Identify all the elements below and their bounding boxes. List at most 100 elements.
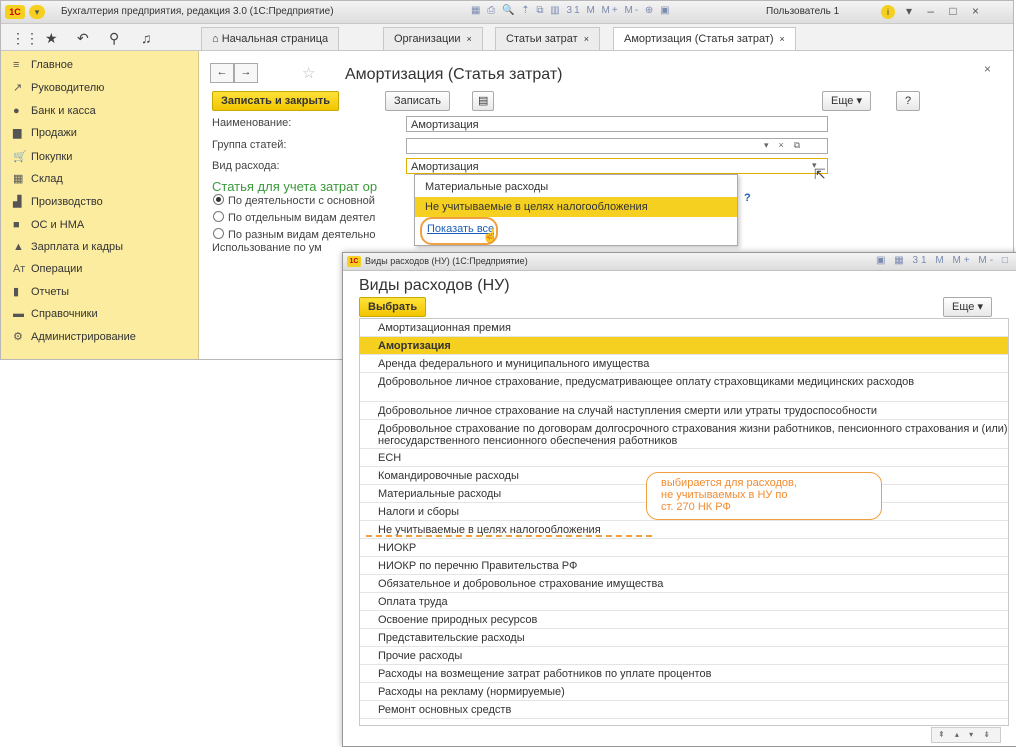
popup-window-title: Виды расходов (НУ) (1С:Предприятие) xyxy=(365,256,528,266)
title-bar: 1С ▾ Бухгалтерия предприятия, редакция 3… xyxy=(1,1,1013,24)
sidebar-item-label: Склад xyxy=(31,173,63,185)
radio-off-icon xyxy=(213,211,224,222)
sidebar-item-production[interactable]: ▟ Производство xyxy=(13,192,103,212)
main-menu-button[interactable]: ▾ xyxy=(29,5,45,19)
sidebar-item-label: Покупки xyxy=(31,151,73,163)
sidebar-item-references[interactable]: ▬ Справочники xyxy=(13,304,98,324)
list-item[interactable]: Добровольное личное страхование, предусм… xyxy=(360,373,1008,402)
coin-icon: ● xyxy=(13,105,20,117)
list-item[interactable]: Обязательное и добровольное страхование … xyxy=(360,575,1008,593)
cart-icon: 🛒 xyxy=(13,151,27,163)
window-title: Бухгалтерия предприятия, редакция 3.0 (1… xyxy=(61,6,334,17)
dropdown-item[interactable]: Материальные расходы xyxy=(415,177,737,197)
popup-window-controls[interactable]: ▣ ▦ 31 M M+ M- □ × xyxy=(876,255,1016,266)
tab-label: Организации xyxy=(394,33,461,45)
list-item[interactable]: Прочие расходы xyxy=(360,647,1008,665)
bar-chart-icon: ▮ xyxy=(13,286,20,298)
list-item[interactable]: Добровольное личное страхование на случа… xyxy=(360,402,1008,420)
popup-title: Виды расходов (НУ) xyxy=(359,277,510,294)
sidebar-item-assets[interactable]: ■ ОС и НМА xyxy=(13,215,84,235)
radio-separate-activities[interactable]: По отдельным видам деятел xyxy=(213,211,375,224)
list-item[interactable]: Добровольное страхование по договорам до… xyxy=(360,420,1008,449)
back-button[interactable]: ← xyxy=(210,63,234,83)
radio-main-activity[interactable]: По деятельности с основной xyxy=(213,194,375,207)
callout-line: не учитываемых в НУ по xyxy=(661,489,788,501)
list-item[interactable]: НИОКР по перечню Правительства РФ xyxy=(360,557,1008,575)
favorites-star-icon[interactable]: ★ xyxy=(45,30,58,47)
tabs-bar: ⋮⋮ ★ ↶ ⚲ ♫ ⌂ Начальная страница Организа… xyxy=(1,24,1013,51)
list-item[interactable]: ЕСН xyxy=(360,449,1008,467)
list-item[interactable]: Расходы на возмещение затрат работников … xyxy=(360,665,1008,683)
list-item[interactable]: Амортизационная премия xyxy=(360,319,1008,337)
tab-close-icon[interactable]: × xyxy=(780,34,785,44)
sidebar-item-admin[interactable]: ⚙ Администрирование xyxy=(13,327,136,347)
sidebar-item-label: Отчеты xyxy=(31,286,70,298)
radio-different-activities[interactable]: По разным видам деятельно xyxy=(213,228,375,241)
list-item-selected[interactable]: Амортизация xyxy=(360,337,1008,355)
window-controls[interactable]: ▾ – □ × xyxy=(906,4,985,18)
tab-organizations[interactable]: Организации × xyxy=(383,27,483,50)
sidebar-item-label: Главное xyxy=(31,59,74,71)
list-scroll-buttons[interactable]: ⇞ ▴ ▾ ⇟ xyxy=(931,727,1001,743)
app-logo-icon: 1С xyxy=(5,5,25,19)
sidebar-item-salary[interactable]: ▲ Зарплата и кадры xyxy=(13,237,123,257)
select-button[interactable]: Выбрать xyxy=(359,297,427,317)
callout-line: выбирается для расходов, xyxy=(661,477,797,489)
tab-close-icon[interactable]: × xyxy=(584,34,589,44)
popup-more-button[interactable]: Еще ▾ xyxy=(943,297,992,317)
tab-cost-items[interactable]: Статьи затрат × xyxy=(495,27,600,50)
sidebar-item-operations[interactable]: Ат Операции xyxy=(13,259,82,279)
sidebar-item-label: ОС и НМА xyxy=(31,219,85,231)
sidebar-item-purchases[interactable]: 🛒 Покупки xyxy=(13,147,72,167)
sidebar-item-main[interactable]: ≡ Главное xyxy=(13,55,73,75)
list-item[interactable]: Ремонт основных средств xyxy=(360,701,1008,719)
search-icon[interactable]: ⚲ xyxy=(109,30,119,47)
list-item[interactable]: Оплата труда xyxy=(360,593,1008,611)
notifications-bell-icon[interactable]: ♫ xyxy=(141,30,152,46)
favorite-star-icon[interactable]: ☆ xyxy=(302,64,315,82)
section-title: Статья для учета затрат ор xyxy=(212,179,378,194)
sidebar-item-label: Зарплата и кадры xyxy=(31,241,124,253)
history-icon[interactable]: ↶ xyxy=(77,30,89,47)
save-button[interactable]: Записать xyxy=(385,91,451,111)
toolbar-icons[interactable]: ▦ ⎙ 🔍 ⇡ ⧉ ▥ 31 M M+ M- ⊕ ▣ xyxy=(471,5,672,16)
name-label: Наименование: xyxy=(212,117,292,129)
sidebar-item-label: Банк и касса xyxy=(31,105,96,117)
list-item[interactable]: Освоение природных ресурсов xyxy=(360,611,1008,629)
sidebar-item-warehouse[interactable]: ▦ Склад xyxy=(13,169,63,189)
info-icon[interactable]: i xyxy=(881,5,895,19)
list-item[interactable]: НИОКР xyxy=(360,539,1008,557)
list-item[interactable]: Расходы на рекламу (нормируемые) xyxy=(360,683,1008,701)
close-icon[interactable]: × xyxy=(984,62,991,76)
home-icon: ⌂ xyxy=(212,33,219,45)
sidebar-item-sales[interactable]: ▆ Продажи xyxy=(13,123,77,143)
document-icon: ▤ xyxy=(478,95,489,107)
sidebar-item-bank[interactable]: ● Банк и касса xyxy=(13,101,96,121)
name-field[interactable]: Амортизация xyxy=(406,116,828,132)
save-and-close-button[interactable]: Записать и закрыть xyxy=(212,91,340,111)
help-question-icon[interactable]: ? xyxy=(744,192,751,204)
list-item[interactable]: Представительские расходы xyxy=(360,629,1008,647)
attachment-button[interactable]: ▤ xyxy=(472,91,495,111)
tab-home[interactable]: ⌂ Начальная страница xyxy=(201,27,340,50)
group-field-buttons[interactable]: ▾×⧉ xyxy=(764,140,810,151)
annotation-callout: выбирается для расходов, не учитываемых … xyxy=(646,472,882,520)
group-label: Группа статей: xyxy=(212,139,287,151)
help-button[interactable]: ? xyxy=(896,91,921,111)
list-item[interactable]: Аренда федерального и муниципального иму… xyxy=(360,355,1008,373)
tab-close-icon[interactable]: × xyxy=(467,34,472,44)
tab-amortization[interactable]: Амортизация (Статья затрат) × xyxy=(613,27,796,50)
forward-button[interactable]: → xyxy=(234,63,258,83)
sidebar-item-reports[interactable]: ▮ Отчеты xyxy=(13,282,69,302)
sidebar-item-label: Продажи xyxy=(31,127,77,139)
user-name[interactable]: Пользователь 1 xyxy=(766,6,839,17)
sidebar-item-manager[interactable]: ↗ Руководителю xyxy=(13,78,104,98)
more-button[interactable]: Еще ▾ xyxy=(822,91,871,111)
operations-icon: Ат xyxy=(13,263,26,275)
apps-grid-icon[interactable]: ⋮⋮ xyxy=(11,30,39,47)
expense-type-field[interactable]: Амортизация xyxy=(406,158,828,174)
sidebar: ≡ Главное ↗ Руководителю ● Банк и касса ▆ Пр… xyxy=(1,51,199,359)
dropdown-item-selected[interactable]: Не учитываемые в целях налогообложения xyxy=(415,197,737,217)
popup-title-bar: 1С Виды расходов (НУ) (1С:Предприятие) ▣… xyxy=(343,253,1016,271)
app-logo-icon: 1С xyxy=(347,256,361,267)
